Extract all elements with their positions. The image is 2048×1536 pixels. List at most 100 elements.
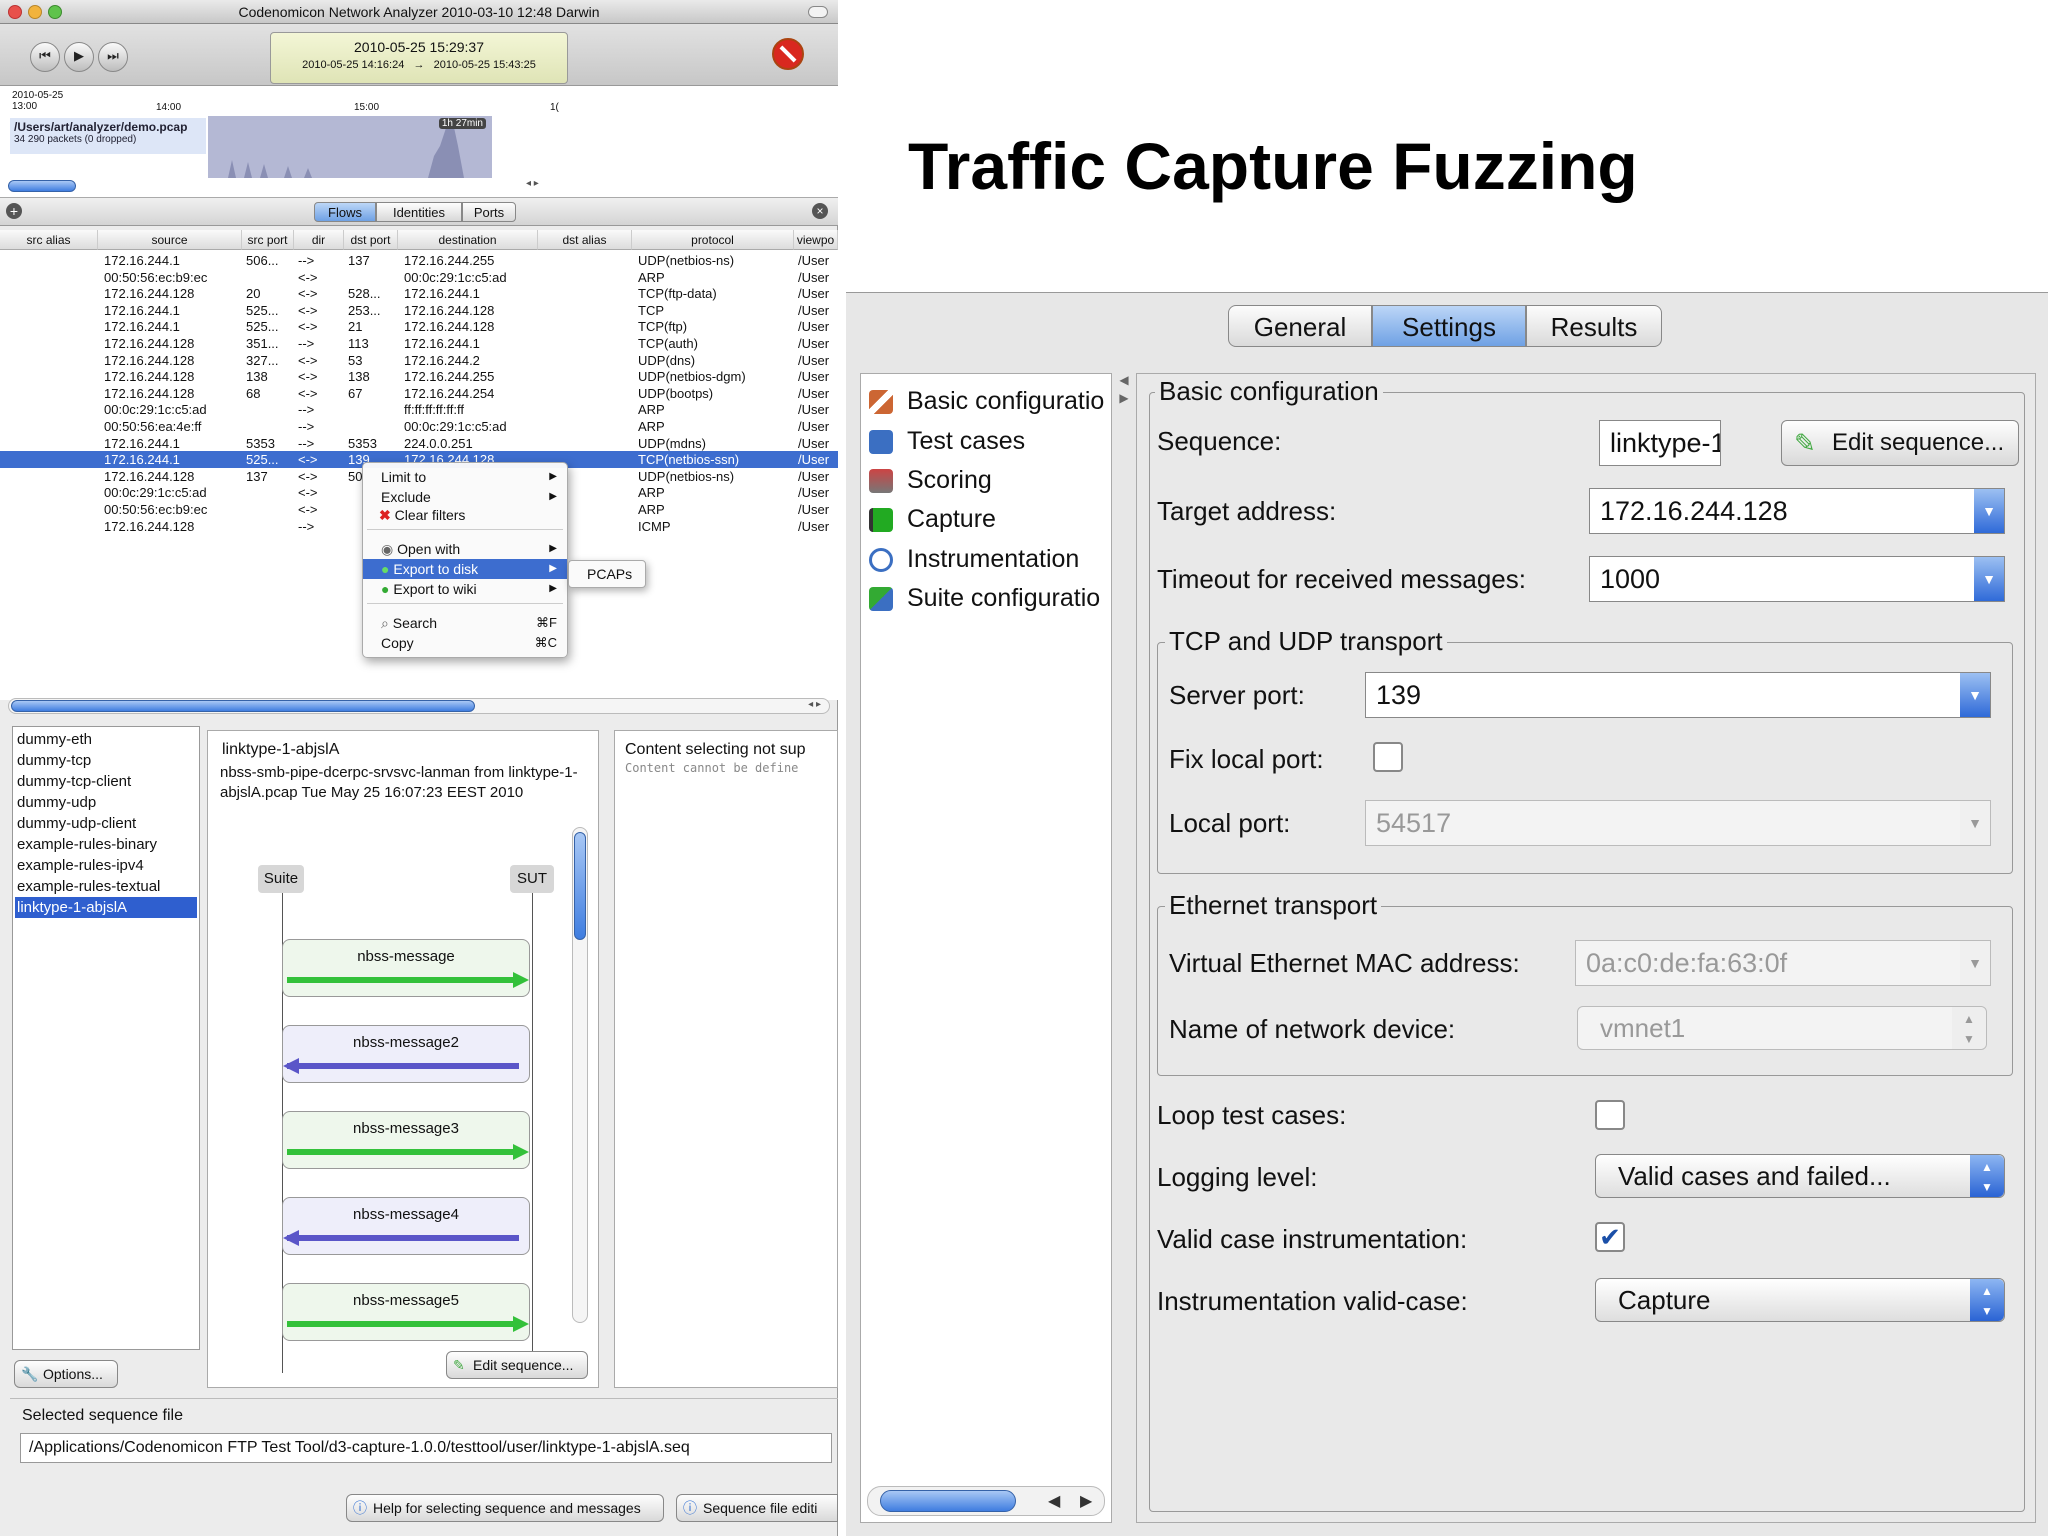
stop-icon[interactable]	[772, 38, 804, 70]
table-row[interactable]: 172.16.244.128 351... --> 113 172.16.244.1 TC…	[0, 335, 838, 352]
table-row[interactable]: 172.16.244.1 5353 --> 5353 224.0.0.251 UDP(md…	[0, 435, 838, 452]
table-row[interactable]: 172.16.244.1 525... <-> 21 172.16.244.128 TCP…	[0, 318, 838, 335]
nav-capture[interactable]: Capture	[869, 500, 1109, 538]
instrumentation-valid-case-select[interactable]: Capture ▲ ▼	[1595, 1278, 2005, 1322]
fix-local-port-checkbox[interactable]	[1373, 742, 1403, 772]
list-item[interactable]: dummy-udp	[15, 792, 197, 813]
menu-open-with[interactable]: ◉ Open with ▶	[363, 539, 567, 559]
col-source[interactable]: source	[98, 230, 242, 250]
table-scroll-thumb[interactable]	[11, 700, 475, 712]
nav-basic-configuration[interactable]: Basic configuratio	[869, 382, 1109, 420]
chevron-down-icon[interactable]: ▼	[1974, 557, 2004, 601]
nav-suite-configuration[interactable]: Suite configuratio	[869, 579, 1109, 617]
add-filter-icon[interactable]: +	[6, 203, 22, 219]
sequence-field[interactable]: linktype-1-	[1599, 420, 1721, 466]
table-scroll-arrows[interactable]: ◂ ▸	[808, 699, 821, 710]
timeout-combo[interactable]: 1000 ▼	[1589, 556, 2005, 602]
col-destination[interactable]: destination	[398, 230, 538, 250]
timeline-scroll-thumb[interactable]	[8, 180, 76, 192]
table-row[interactable]: 00:50:56:ec:b9:ec <-> 00:0c:29:1c:c5:ad ARP…	[0, 269, 838, 286]
diagram-scroll-thumb[interactable]	[574, 832, 586, 940]
list-item[interactable]: example-rules-textual	[15, 876, 197, 897]
col-dst-port[interactable]: dst port	[344, 230, 398, 250]
table-row[interactable]: 00:50:56:ea:4e:ff --> 00:0c:29:1c:c5:ad ARP…	[0, 418, 838, 435]
traffic-graph[interactable]: 1h 27min	[208, 116, 492, 178]
list-item[interactable]: example-rules-binary	[15, 834, 197, 855]
tab-ports[interactable]: Ports	[462, 202, 516, 222]
nav-hscroll[interactable]: ◀ ▶	[867, 1486, 1105, 1516]
menu-exclude[interactable]: Exclude ▶	[363, 487, 567, 507]
menu-limit-to[interactable]: Limit to ▶	[363, 467, 567, 487]
menu-export-disk[interactable]: ● Export to disk ▶	[363, 559, 567, 579]
tab-identities[interactable]: Identities	[376, 202, 462, 222]
message-box[interactable]: nbss-message5	[282, 1283, 530, 1341]
diagram-vscroll[interactable]	[572, 827, 588, 1323]
sequence-editor-button[interactable]: ⓘ Sequence file editi	[676, 1494, 838, 1522]
table-row[interactable]: 172.16.244.128 327... <-> 53 172.16.244.2 UDP…	[0, 352, 838, 369]
submenu-pcaps[interactable]: PCAPs	[568, 560, 646, 588]
table-hscroll[interactable]: ◂ ▸	[8, 698, 830, 714]
table-row[interactable]: 172.16.244.128 20 <-> 528... 172.16.244.1 TCP…	[0, 285, 838, 302]
message-box[interactable]: nbss-message3	[282, 1111, 530, 1169]
server-port-combo[interactable]: 139 ▼	[1365, 672, 1991, 718]
chevron-down-icon[interactable]: ▼	[1960, 941, 1990, 985]
nav-scroll-thumb[interactable]	[880, 1490, 1016, 1512]
chevron-down-icon[interactable]: ▼	[1960, 801, 1990, 845]
logging-level-select[interactable]: Valid cases and failed... ▲ ▼	[1595, 1154, 2005, 1198]
list-item[interactable]: example-rules-ipv4	[15, 855, 197, 876]
tab-results[interactable]: Results	[1526, 305, 1662, 347]
table-row[interactable]: 172.16.244.128 68 <-> 67 172.16.244.254 UDP(b…	[0, 385, 838, 402]
toolbar-toggle-button[interactable]	[808, 6, 828, 18]
skip-forward-button[interactable]: ⏭	[98, 42, 128, 72]
skip-back-button[interactable]: ⏮	[30, 42, 60, 72]
target-address-combo[interactable]: 172.16.244.128 ▼	[1589, 488, 2005, 534]
list-item[interactable]: dummy-udp-client	[15, 813, 197, 834]
list-item[interactable]: linktype-1-abjslA	[15, 897, 197, 918]
col-src-alias[interactable]: src alias	[0, 230, 98, 250]
zoom-window-button[interactable]	[48, 5, 62, 19]
table-row[interactable]: 172.16.244.1 525... <-> 253... 172.16.244.12…	[0, 302, 838, 319]
loop-test-cases-checkbox[interactable]	[1595, 1100, 1625, 1130]
list-item[interactable]: dummy-eth	[15, 729, 197, 750]
chevron-down-icon[interactable]: ▼	[1960, 673, 1990, 717]
col-dir[interactable]: dir	[294, 230, 344, 250]
list-item[interactable]: dummy-tcp	[15, 750, 197, 771]
selected-file-path[interactable]: /Applications/Codenomicon FTP Test Tool/…	[20, 1433, 832, 1463]
scroll-right-icon[interactable]: ▶	[1080, 1491, 1092, 1511]
valid-case-instrumentation-checkbox[interactable]: ✔	[1595, 1222, 1625, 1252]
menu-copy[interactable]: Copy ⌘C	[363, 633, 567, 653]
message-box[interactable]: nbss-message2	[282, 1025, 530, 1083]
local-port-combo[interactable]: 54517 ▼	[1365, 800, 1991, 846]
message-box[interactable]: nbss-message4	[282, 1197, 530, 1255]
play-button[interactable]: ▶	[64, 42, 94, 72]
help-button[interactable]: ⓘ Help for selecting sequence and messag…	[346, 1494, 664, 1522]
nav-test-cases[interactable]: Test cases	[869, 422, 1109, 460]
edit-sequence-button[interactable]: ✎ Edit sequence...	[1781, 420, 2019, 466]
tab-flows[interactable]: Flows	[314, 202, 376, 222]
mac-address-combo[interactable]: 0a:c0:de:fa:63:0f ▼	[1575, 940, 1991, 986]
tab-settings[interactable]: Settings	[1372, 305, 1526, 347]
col-viewpoint[interactable]: viewpo	[794, 230, 838, 250]
scroll-left-icon[interactable]: ◀	[1048, 1491, 1060, 1511]
table-row[interactable]: 00:0c:29:1c:c5:ad --> ff:ff:ff:ff:ff:ff ARP…	[0, 401, 838, 418]
table-row[interactable]: 172.16.244.1 506... --> 137 172.16.244.255 UD…	[0, 252, 838, 269]
chevron-down-icon[interactable]: ▼	[1974, 489, 2004, 533]
table-row[interactable]: 172.16.244.128 138 <-> 138 172.16.244.255 UDP…	[0, 368, 838, 385]
col-dst-alias[interactable]: dst alias	[538, 230, 632, 250]
message-box[interactable]: nbss-message	[282, 939, 530, 997]
menu-search[interactable]: ⌕ Search ⌘F	[363, 613, 567, 633]
close-window-button[interactable]	[8, 5, 22, 19]
nav-scoring[interactable]: Scoring	[869, 461, 1109, 499]
col-src-port[interactable]: src port	[242, 230, 294, 250]
menu-export-wiki[interactable]: ● Export to wiki ▶	[363, 579, 567, 599]
tab-general[interactable]: General	[1228, 305, 1372, 347]
options-button[interactable]: 🔧 Options...	[14, 1360, 118, 1388]
splitter-arrows[interactable]: ◀ ▶	[1112, 371, 1136, 411]
timeline-scroll-arrows[interactable]: ◂ ▸	[526, 178, 539, 189]
minimize-window-button[interactable]	[28, 5, 42, 19]
menu-clear-filters[interactable]: ✖ Clear filters	[363, 505, 567, 525]
list-item[interactable]: dummy-tcp-client	[15, 771, 197, 792]
edit-sequence-button[interactable]: ✎ Edit sequence...	[446, 1351, 588, 1379]
col-protocol[interactable]: protocol	[632, 230, 794, 250]
network-device-select[interactable]: vmnet1 ▲ ▼	[1577, 1006, 1987, 1050]
